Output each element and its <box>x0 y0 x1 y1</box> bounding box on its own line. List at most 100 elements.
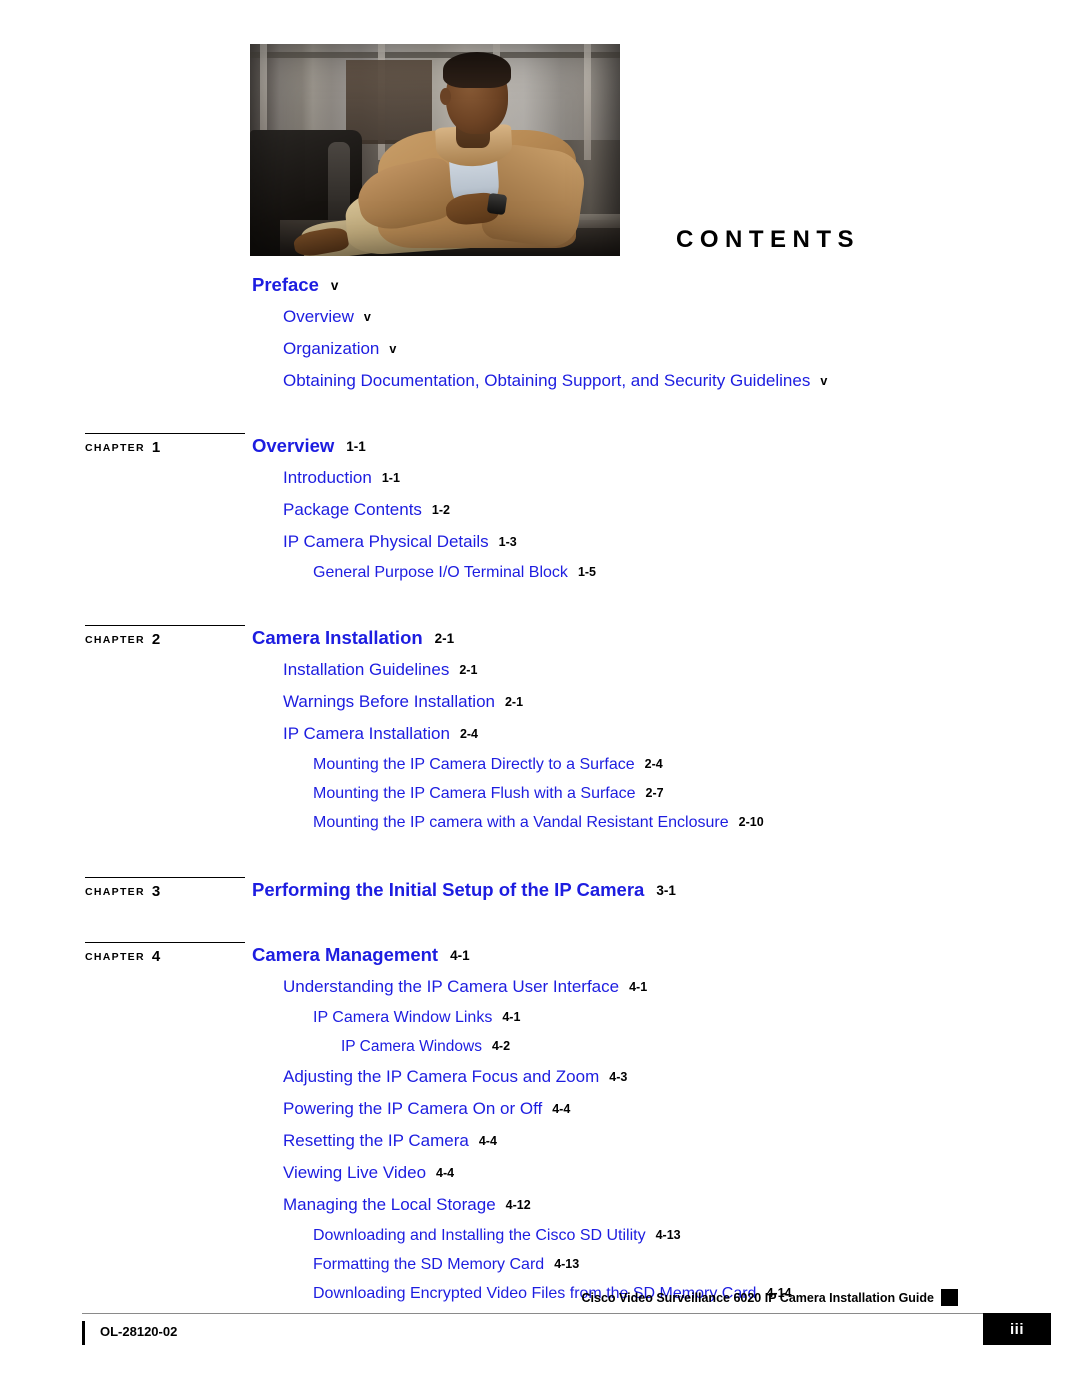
table-of-contents: Preface v Overview v Organization v Obtaining … <box>0 270 1080 1308</box>
toc-entry-page: 4-13 <box>655 1228 681 1242</box>
chapter-tag: CHAPTER 3 <box>85 877 245 900</box>
cover-photo <box>250 44 620 256</box>
toc-entry[interactable]: Resetting the IP Camera 4-4 <box>283 1125 1080 1157</box>
toc-entry-title: Mounting the IP Camera Directly to a Sur… <box>313 756 635 773</box>
footer-tick-marker <box>82 1321 85 1345</box>
toc-entry[interactable]: Managing the Local Storage 4-12 <box>283 1189 1080 1221</box>
toc-entry[interactable]: Downloading and Installing the Cisco SD … <box>313 1221 1080 1250</box>
toc-entry[interactable]: Overview 1-1 <box>252 431 1080 462</box>
toc-entry-page: 2-1 <box>434 631 455 646</box>
toc-entry[interactable]: Warnings Before Installation 2-1 <box>283 686 1080 718</box>
chapter-block: CHAPTER 1 Overview 1-1 Introduction 1-1 Packag… <box>0 431 1080 587</box>
toc-entry[interactable]: Adjusting the IP Camera Focus and Zoom 4-… <box>283 1061 1080 1093</box>
chapter-label: CHAPTER <box>85 886 145 898</box>
footer-square-marker <box>941 1289 958 1306</box>
toc-entry-page: 2-4 <box>459 727 479 741</box>
toc-entry-page: 2-1 <box>459 663 478 677</box>
toc-entry-page: 1-1 <box>381 471 400 485</box>
footer-document-id: OL-28120-02 <box>100 1324 178 1339</box>
chapter-tag: CHAPTER 4 <box>85 942 245 965</box>
toc-entry-title: Preface <box>252 274 319 295</box>
toc-entry-title: Mounting the IP camera with a Vandal Res… <box>313 814 729 831</box>
chapter-block: CHAPTER 2 Camera Installation 2-1 Installati… <box>0 623 1080 837</box>
toc-entry[interactable]: Preface v <box>252 270 1080 301</box>
toc-entry[interactable]: Introduction 1-1 <box>283 462 1080 494</box>
toc-entry-page: 4-13 <box>554 1257 580 1271</box>
toc-entry[interactable]: IP Camera Physical Details 1-3 <box>283 526 1080 558</box>
toc-entry-page: 3-1 <box>656 883 676 898</box>
toc-entry-title: IP Camera Window Links <box>313 1009 493 1026</box>
toc-entry-title: Overview <box>283 307 354 326</box>
toc-entry-page: 4-2 <box>491 1039 511 1053</box>
toc-entry-page: 4-1 <box>450 948 470 963</box>
chapter-label: CHAPTER <box>85 442 145 454</box>
toc-entry[interactable]: IP Camera Installation 2-4 <box>283 718 1080 750</box>
toc-entry-title: Introduction <box>283 468 372 487</box>
footer-guide-title: Cisco Video Surveillance 6020 IP Camera … <box>581 1291 934 1305</box>
toc-entry[interactable]: Performing the Initial Setup of the IP C… <box>252 875 1080 906</box>
toc-entry-page: v <box>363 310 371 324</box>
toc-entry-title: Installation Guidelines <box>283 660 450 679</box>
toc-entry-page: 4-1 <box>629 980 648 994</box>
toc-entry[interactable]: Package Contents 1-2 <box>283 494 1080 526</box>
toc-entry[interactable]: Formatting the SD Memory Card 4-13 <box>313 1250 1080 1279</box>
toc-entry[interactable]: Camera Management 4-1 <box>252 940 1080 971</box>
toc-entry[interactable]: Organization v <box>283 333 1080 365</box>
toc-entry-title: IP Camera Windows <box>341 1038 482 1055</box>
toc-entry[interactable]: Obtaining Documentation, Obtaining Suppo… <box>283 365 1080 397</box>
toc-entry-page: 1-1 <box>346 439 366 454</box>
toc-entry[interactable]: Viewing Live Video 4-4 <box>283 1157 1080 1189</box>
toc-entry-page: 2-1 <box>504 695 524 709</box>
toc-entry[interactable]: Mounting the IP Camera Directly to a Sur… <box>313 750 1080 779</box>
toc-entry-page: 4-4 <box>436 1166 455 1180</box>
toc-entry-title: General Purpose I/O Terminal Block <box>313 564 568 581</box>
toc-entry-page: 4-4 <box>478 1134 497 1148</box>
toc-entry-page: 4-4 <box>552 1102 571 1116</box>
toc-entry[interactable]: IP Camera Windows 4-2 <box>341 1032 1080 1061</box>
toc-entry[interactable]: Understanding the IP Camera User Interfa… <box>283 971 1080 1003</box>
toc-entry-title: Understanding the IP Camera User Interfa… <box>283 977 620 996</box>
chapter-number: 3 <box>151 883 161 900</box>
toc-entry[interactable]: IP Camera Window Links 4-1 <box>313 1003 1080 1032</box>
toc-entry-page: 1-3 <box>498 535 517 549</box>
chapter-label: CHAPTER <box>85 634 145 646</box>
page-title: CONTENTS <box>676 226 860 253</box>
chapter-tag: CHAPTER 1 <box>85 433 245 456</box>
toc-entry-page: 2-4 <box>644 757 663 771</box>
toc-entry-title: Adjusting the IP Camera Focus and Zoom <box>283 1067 600 1086</box>
toc-entry-title: Managing the Local Storage <box>283 1195 496 1214</box>
toc-entry-title: Camera Management <box>252 944 439 965</box>
toc-entry-page: v <box>389 342 397 356</box>
footer-divider <box>82 1313 998 1315</box>
toc-entry-title: Obtaining Documentation, Obtaining Suppo… <box>283 371 811 390</box>
toc-entry[interactable]: General Purpose I/O Terminal Block 1-5 <box>313 558 1080 587</box>
toc-entry-title: Warnings Before Installation <box>283 692 495 711</box>
toc-entry[interactable]: Mounting the IP Camera Flush with a Surf… <box>313 779 1080 808</box>
footer-page-number: iii <box>983 1313 1051 1345</box>
toc-entry-page: 1-5 <box>577 565 597 579</box>
toc-entry-title: IP Camera Installation <box>283 724 450 743</box>
toc-entry[interactable]: Installation Guidelines 2-1 <box>283 654 1080 686</box>
toc-entry-title: Overview <box>252 435 335 456</box>
toc-entry[interactable]: Powering the IP Camera On or Off 4-4 <box>283 1093 1080 1125</box>
photo-vignette <box>250 44 620 256</box>
toc-entry-page: 4-1 <box>502 1010 521 1024</box>
toc-entry-page: 2-10 <box>738 815 764 829</box>
toc-entry-title: Viewing Live Video <box>283 1163 427 1182</box>
toc-entry-title: Downloading and Installing the Cisco SD … <box>313 1227 646 1244</box>
chapter-number: 4 <box>151 948 161 965</box>
toc-entry-page: 1-2 <box>431 503 450 517</box>
toc-entry[interactable]: Mounting the IP camera with a Vandal Res… <box>313 808 1080 837</box>
chapter-tag: CHAPTER 2 <box>85 625 245 648</box>
toc-entry-title: Formatting the SD Memory Card <box>313 1256 545 1273</box>
toc-entry-title: Powering the IP Camera On or Off <box>283 1099 543 1118</box>
toc-entry-page: 2-7 <box>645 786 664 800</box>
toc-entry-title: Mounting the IP Camera Flush with a Surf… <box>313 785 636 802</box>
chapter-label: CHAPTER <box>85 951 145 963</box>
toc-entry-title: Performing the Initial Setup of the IP C… <box>252 879 645 900</box>
toc-entry-title: Package Contents <box>283 500 422 519</box>
chapter-block: CHAPTER 4 Camera Management 4-1 Understandin… <box>0 940 1080 1308</box>
toc-entry[interactable]: Overview v <box>283 301 1080 333</box>
toc-entry-page: v <box>820 374 828 388</box>
toc-entry[interactable]: Camera Installation 2-1 <box>252 623 1080 654</box>
